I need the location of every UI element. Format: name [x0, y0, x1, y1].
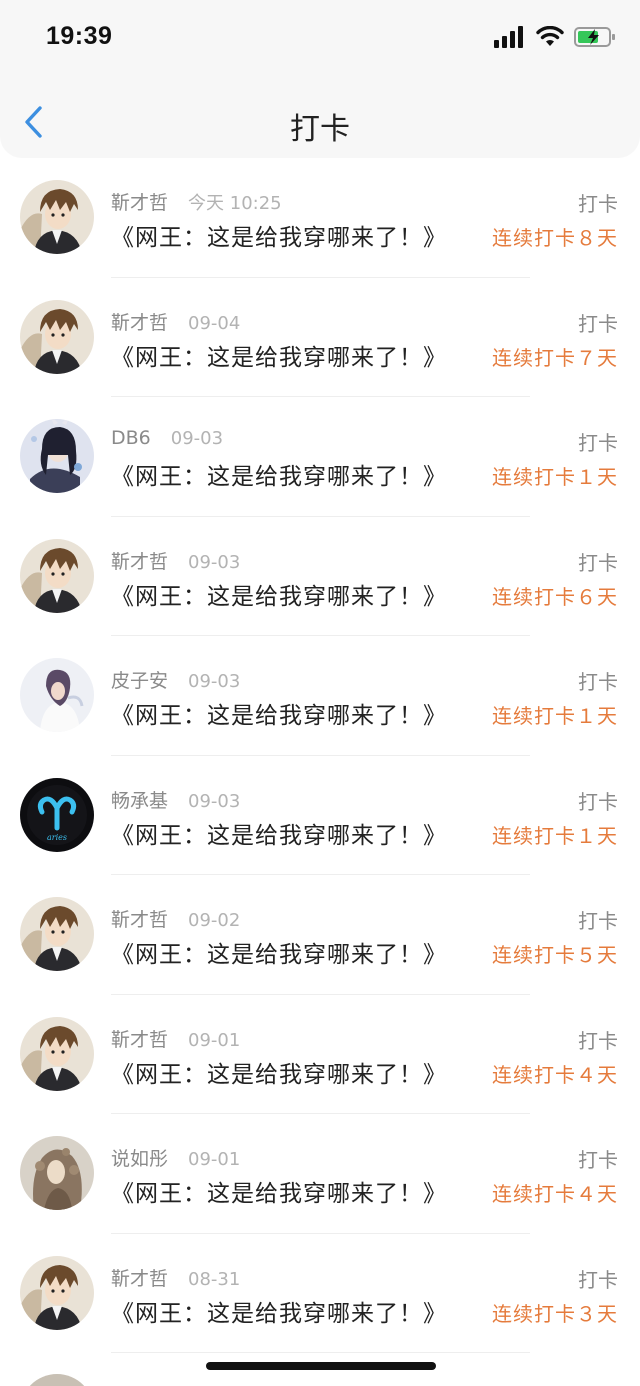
checkin-tag: 打卡	[578, 670, 618, 694]
item-meta: 靳才哲 09-03	[111, 547, 240, 574]
list-item[interactable]: 靳才哲 08-31 《网王：这是给我穿哪来了！》 打卡连续打卡３天	[0, 1234, 640, 1353]
avatar[interactable]	[20, 1255, 94, 1330]
streak-label: 连续打卡４天	[492, 1062, 618, 1087]
book-title: 《网王：这是给我穿哪来了！》	[111, 1181, 447, 1207]
item-meta: 畅承基 09-03	[111, 786, 240, 813]
checkin-tag: 打卡	[578, 789, 618, 814]
svg-text:aries: aries	[47, 833, 67, 842]
avatar[interactable]	[20, 658, 94, 732]
checkin-tag: 打卡	[578, 1267, 618, 1292]
signal-icon	[494, 26, 526, 52]
avatar[interactable]	[20, 1016, 94, 1091]
checkin-tag: 打卡	[578, 909, 618, 933]
book-title: 《网王：这是给我穿哪来了！》	[111, 225, 447, 251]
list-item[interactable]: 靳才哲 09-03 《网王：这是给我穿哪来了！》 打卡连续打卡６天	[0, 517, 640, 636]
user-name[interactable]: 靳才哲	[111, 1264, 168, 1291]
streak-label: 连续打卡１天	[492, 823, 618, 848]
avatar[interactable]: aries	[20, 777, 94, 852]
list-item[interactable]: aries 畅承基 09-03 《网王：这是给我穿哪来了！》 打卡连续打卡１天	[0, 756, 640, 875]
streak-label: 连续打卡１天	[492, 465, 618, 489]
avatar[interactable]	[20, 538, 94, 613]
checkin-tag: 打卡	[578, 431, 618, 455]
user-name[interactable]: 靳才哲	[111, 1025, 168, 1052]
checkin-date: 09-03	[188, 671, 241, 692]
streak-label: 连续打卡１天	[492, 704, 618, 728]
item-meta: 靳才哲 08-31	[111, 1264, 240, 1291]
item-meta: 说如彤 09-01	[111, 1144, 240, 1171]
user-name[interactable]: 靳才哲	[111, 188, 168, 215]
user-name[interactable]: 说如彤	[111, 1144, 168, 1171]
checkin-date: 09-02	[188, 910, 241, 931]
status-bar: 19:39	[0, 0, 640, 88]
status-time: 19:39	[46, 22, 113, 50]
user-name[interactable]: 靳才哲	[111, 905, 168, 932]
list-item[interactable]: DB6 09-03 《网王：这是给我穿哪来了！》 打卡连续打卡１天	[0, 397, 640, 517]
divider	[111, 1352, 530, 1353]
item-meta: 靳才哲 09-04	[111, 308, 240, 335]
checkin-date: 09-01	[188, 1029, 241, 1051]
user-name[interactable]: DB6	[111, 427, 151, 449]
streak-label: 连续打卡７天	[492, 345, 618, 370]
item-meta: DB6 09-03	[111, 427, 223, 449]
list-item[interactable]: 靳才哲 09-02 《网王：这是给我穿哪来了！》 打卡连续打卡５天	[0, 875, 640, 995]
list-item[interactable]: 说如彤 09-01 《网王：这是给我穿哪来了！》 打卡连续打卡４天	[0, 1114, 640, 1234]
streak-label: 连续打卡８天	[492, 226, 618, 250]
avatar	[20, 1374, 94, 1386]
avatar[interactable]	[20, 419, 94, 493]
book-title: 《网王：这是给我穿哪来了！》	[111, 942, 447, 968]
checkin-tag: 打卡	[578, 550, 618, 575]
item-meta: 靳才哲 09-01	[111, 1025, 240, 1052]
checkin-tag: 打卡	[578, 192, 618, 216]
item-meta: 皮子安 09-03	[111, 666, 240, 693]
streak-label: 连续打卡４天	[492, 1182, 618, 1206]
list-item[interactable]: 靳才哲 09-01 《网王：这是给我穿哪来了！》 打卡连续打卡４天	[0, 995, 640, 1114]
book-title: 《网王：这是给我穿哪来了！》	[111, 583, 447, 610]
book-title: 《网王：这是给我穿哪来了！》	[111, 1061, 447, 1088]
checkin-tag: 打卡	[578, 1148, 618, 1172]
user-name[interactable]: 皮子安	[111, 666, 168, 693]
book-title: 《网王：这是给我穿哪来了！》	[111, 1300, 447, 1327]
book-title: 《网王：这是给我穿哪来了！》	[111, 822, 447, 849]
book-title: 《网王：这是给我穿哪来了！》	[111, 344, 447, 371]
list-item[interactable]: 靳才哲 09-04 《网王：这是给我穿哪来了！》 打卡连续打卡７天	[0, 278, 640, 397]
streak-label: 连续打卡６天	[492, 584, 618, 609]
item-meta: 靳才哲 今天 10:25	[111, 188, 282, 215]
user-name[interactable]: 畅承基	[111, 786, 168, 813]
avatar[interactable]	[20, 1136, 94, 1210]
avatar[interactable]	[20, 180, 94, 254]
avatar[interactable]	[20, 897, 94, 971]
checkin-date: 09-01	[188, 1149, 241, 1170]
user-name[interactable]: 靳才哲	[111, 547, 168, 574]
checkin-tag: 打卡	[578, 311, 618, 336]
streak-label: 连续打卡３天	[492, 1301, 618, 1326]
list-item[interactable]: 靳才哲 今天 10:25 《网王：这是给我穿哪来了！》 打卡连续打卡８天	[0, 158, 640, 278]
battery-icon	[574, 26, 616, 52]
checkin-date: 09-03	[170, 428, 224, 449]
avatar[interactable]	[20, 299, 94, 374]
list-item[interactable]: 皮子安 09-03 《网王：这是给我穿哪来了！》 打卡连续打卡１天	[0, 636, 640, 756]
streak-label: 连续打卡５天	[492, 943, 618, 967]
wifi-icon	[536, 25, 564, 52]
navigation-bar: 打卡	[0, 88, 640, 158]
system-icons	[494, 25, 616, 52]
item-meta: 靳才哲 09-02	[111, 905, 240, 932]
checkin-list: 靳才哲 今天 10:25 《网王：这是给我穿哪来了！》 打卡 连续打卡８天 靳才哲 09-0…	[0, 158, 640, 1353]
book-title: 《网王：这是给我穿哪来了！》	[111, 464, 447, 490]
checkin-date: 09-03	[188, 551, 241, 573]
user-name[interactable]: 靳才哲	[111, 308, 168, 335]
page-title: 打卡	[290, 112, 350, 147]
home-indicator[interactable]	[206, 1362, 436, 1370]
checkin-date: 09-04	[188, 312, 241, 334]
checkin-tag: 打卡	[578, 1028, 618, 1053]
checkin-date: 今天 10:25	[188, 193, 282, 214]
checkin-date: 09-03	[188, 790, 241, 812]
checkin-date: 08-31	[188, 1268, 241, 1290]
book-title: 《网王：这是给我穿哪来了！》	[111, 703, 447, 729]
